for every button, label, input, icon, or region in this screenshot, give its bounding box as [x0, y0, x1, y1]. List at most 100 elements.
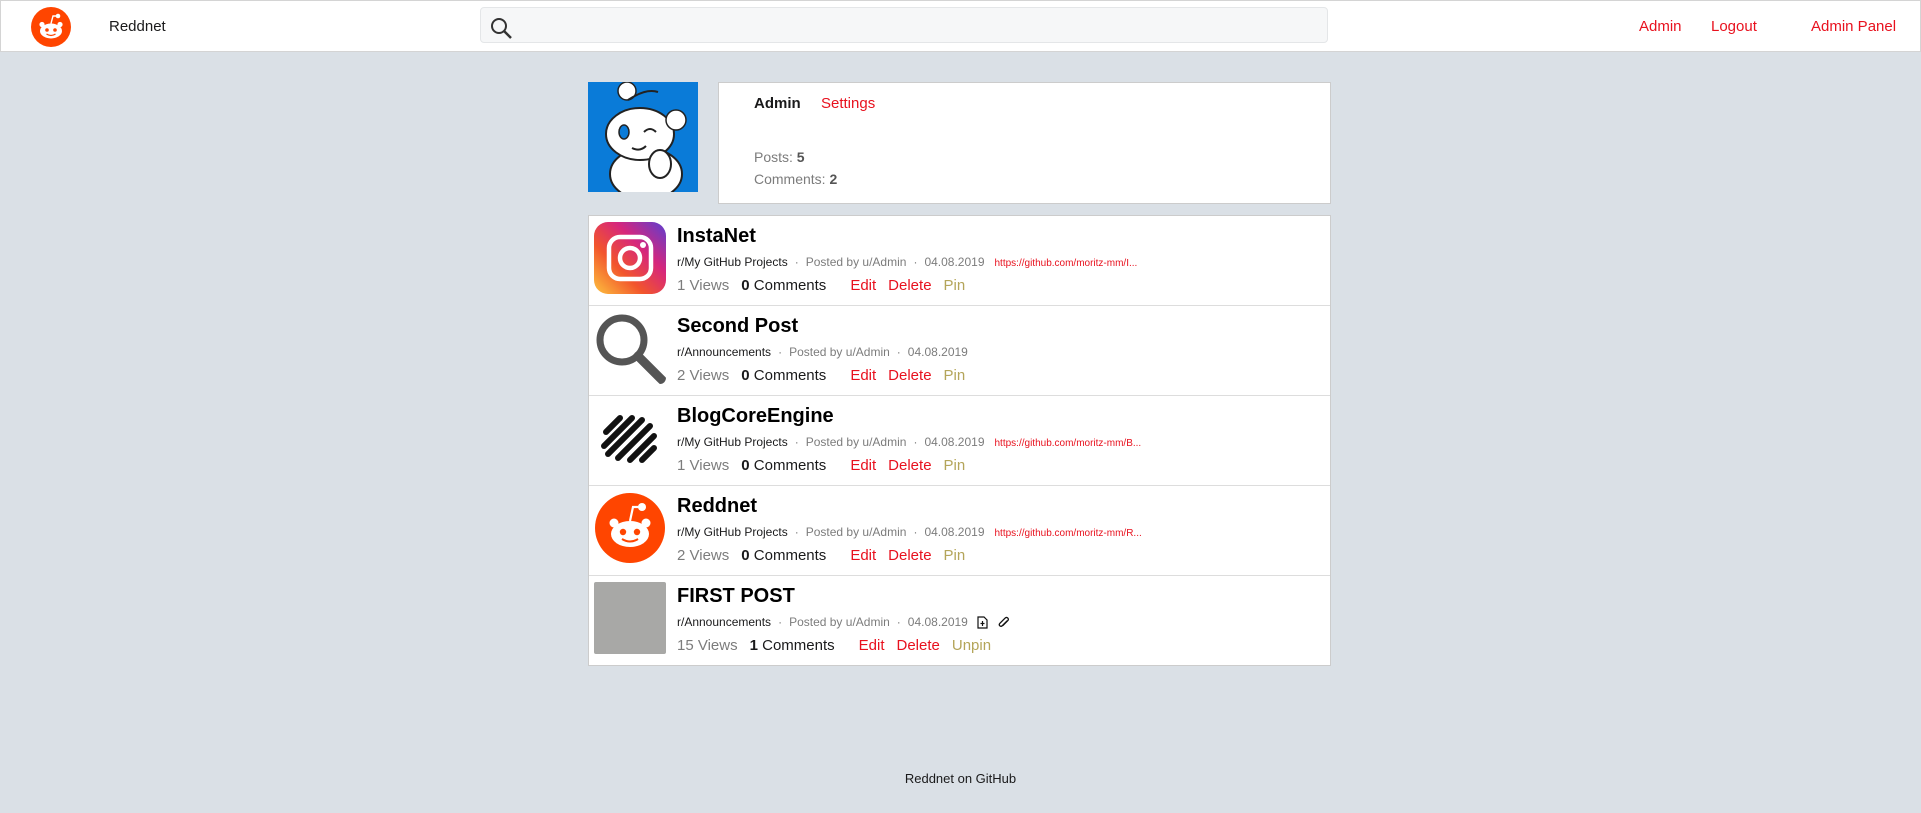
comments-link[interactable]: 1 Comments	[750, 637, 847, 654]
external-link[interactable]: https://github.com/moritz-mm/I...	[995, 258, 1138, 269]
posted-by: Posted by u/Admin	[789, 345, 890, 359]
nav-logout-link[interactable]: Logout	[1711, 18, 1757, 35]
profile-avatar	[588, 82, 698, 192]
reddit-logo-icon[interactable]	[31, 7, 71, 47]
settings-link[interactable]: Settings	[821, 95, 875, 112]
post-meta: r/My GitHub Projects · Posted by u/Admin · 0…	[677, 525, 1142, 539]
comments-number: 0	[741, 367, 750, 384]
top-navbar: Reddnet Admin Logout Admin Panel	[0, 0, 1921, 52]
post-thumbnail[interactable]	[594, 312, 666, 384]
post-title[interactable]: BlogCoreEngine	[677, 405, 834, 428]
post-actions: 15 Views 1 Comments Edit Delete Unpin	[677, 637, 991, 654]
subreddit-link[interactable]: r/My GitHub Projects	[677, 435, 788, 449]
comments-link[interactable]: 0 Comments	[741, 367, 838, 384]
placeholder-image[interactable]	[594, 582, 666, 654]
pin-button[interactable]: Pin	[944, 457, 966, 474]
edit-button[interactable]: Edit	[850, 547, 876, 564]
post-meta: r/Announcements · Posted by u/Admin · 04.08.…	[677, 345, 968, 359]
snoo-avatar-icon	[588, 82, 698, 192]
edit-button[interactable]: Edit	[859, 637, 885, 654]
post-actions: 2 Views 0 Comments Edit Delete Pin	[677, 367, 965, 384]
post-title[interactable]: Second Post	[677, 315, 798, 338]
edit-button[interactable]: Edit	[850, 277, 876, 294]
subreddit-link[interactable]: r/My GitHub Projects	[677, 525, 788, 539]
footer-github-link[interactable]: Reddnet on GitHub	[0, 771, 1921, 786]
comments-number: 0	[741, 277, 750, 294]
subreddit-link[interactable]: r/Announcements	[677, 615, 771, 629]
views-count: 15 Views	[677, 637, 738, 654]
magnifier-icon	[596, 314, 666, 384]
comments-label: Comments:	[754, 171, 826, 187]
posted-by: Posted by u/Admin	[805, 255, 907, 269]
post-date: 04.08.2019	[924, 255, 985, 269]
post-meta: r/Announcements · Posted by u/Admin · 04.08.…	[677, 615, 1010, 629]
post-item[interactable]: BlogCoreEngine r/My GitHub Projects · Post…	[589, 396, 1330, 486]
views-count: 2 Views	[677, 367, 730, 384]
post-thumbnail[interactable]	[594, 222, 666, 294]
edit-button[interactable]: Edit	[850, 457, 876, 474]
delete-button[interactable]: Delete	[888, 547, 931, 564]
post-date: 04.08.2019	[924, 435, 985, 449]
paperclip-icon	[998, 617, 1009, 628]
comments-link[interactable]: 0 Comments	[741, 547, 838, 564]
posts-stat: Posts: 5	[754, 149, 805, 165]
post-list: InstaNet r/My GitHub Projects · Posted by …	[588, 215, 1331, 666]
post-date: 04.08.2019	[907, 615, 968, 629]
post-title[interactable]: Reddnet	[677, 495, 757, 518]
post-actions: 2 Views 0 Comments Edit Delete Pin	[677, 547, 965, 564]
posted-by: Posted by u/Admin	[789, 615, 890, 629]
nav-admin-panel-link[interactable]: Admin Panel	[1811, 18, 1896, 35]
post-title[interactable]: FIRST POST	[677, 585, 795, 608]
subreddit-link[interactable]: r/My GitHub Projects	[677, 255, 788, 269]
pin-button[interactable]: Pin	[944, 277, 966, 294]
post-meta: r/My GitHub Projects · Posted by u/Admin · 0…	[677, 255, 1138, 269]
post-actions: 1 Views 0 Comments Edit Delete Pin	[677, 457, 965, 474]
unpin-button[interactable]: Unpin	[952, 637, 991, 654]
post-actions: 1 Views 0 Comments Edit Delete Pin	[677, 277, 965, 294]
post-item[interactable]: InstaNet r/My GitHub Projects · Posted by …	[589, 216, 1330, 306]
posts-count: 5	[796, 149, 805, 165]
comments-stat: Comments: 2	[754, 171, 837, 187]
post-date: 04.08.2019	[924, 525, 985, 539]
comments-text: Comments	[753, 457, 827, 474]
pin-button[interactable]: Pin	[944, 367, 966, 384]
stripes-logo-icon	[601, 415, 657, 463]
post-meta: r/My GitHub Projects · Posted by u/Admin · 0…	[677, 435, 1142, 449]
delete-button[interactable]: Delete	[888, 277, 931, 294]
post-thumbnail[interactable]	[594, 492, 666, 564]
views-count: 2 Views	[677, 547, 730, 564]
nav-admin-link[interactable]: Admin	[1639, 18, 1682, 35]
post-title[interactable]: InstaNet	[677, 225, 756, 248]
comments-text: Comments	[762, 637, 835, 654]
comments-text: Comments	[753, 367, 827, 384]
delete-button[interactable]: Delete	[897, 637, 940, 654]
comments-link[interactable]: 0 Comments	[741, 457, 838, 474]
search-icon	[491, 18, 512, 39]
instagram-icon	[594, 222, 666, 294]
comments-count: 2	[829, 171, 838, 187]
post-item[interactable]: FIRST POST r/Announcements · Posted by u/A…	[589, 576, 1330, 665]
brand-link[interactable]: Reddnet	[109, 18, 166, 35]
comments-number: 0	[741, 547, 750, 564]
edit-button[interactable]: Edit	[850, 367, 876, 384]
pin-button[interactable]: Pin	[944, 547, 966, 564]
post-thumbnail[interactable]	[594, 402, 666, 474]
search-input[interactable]	[521, 12, 1315, 40]
comments-number: 1	[749, 637, 758, 654]
comments-link[interactable]: 0 Comments	[741, 277, 838, 294]
profile-username: Admin	[754, 95, 801, 112]
external-link[interactable]: https://github.com/moritz-mm/R...	[995, 528, 1142, 539]
reddit-alien-icon	[595, 493, 665, 563]
posted-by: Posted by u/Admin	[805, 435, 907, 449]
posts-label: Posts:	[754, 149, 793, 165]
post-item[interactable]: Reddnet r/My GitHub Projects · Posted by u…	[589, 486, 1330, 576]
search-bar[interactable]	[480, 7, 1328, 43]
document-icon	[977, 616, 988, 629]
external-link[interactable]: https://github.com/moritz-mm/B...	[995, 438, 1142, 449]
comments-text: Comments	[753, 547, 827, 564]
views-count: 1 Views	[677, 457, 730, 474]
post-item[interactable]: Second Post r/Announcements · Posted by u/…	[589, 306, 1330, 396]
delete-button[interactable]: Delete	[888, 457, 931, 474]
delete-button[interactable]: Delete	[888, 367, 931, 384]
subreddit-link[interactable]: r/Announcements	[677, 345, 771, 359]
